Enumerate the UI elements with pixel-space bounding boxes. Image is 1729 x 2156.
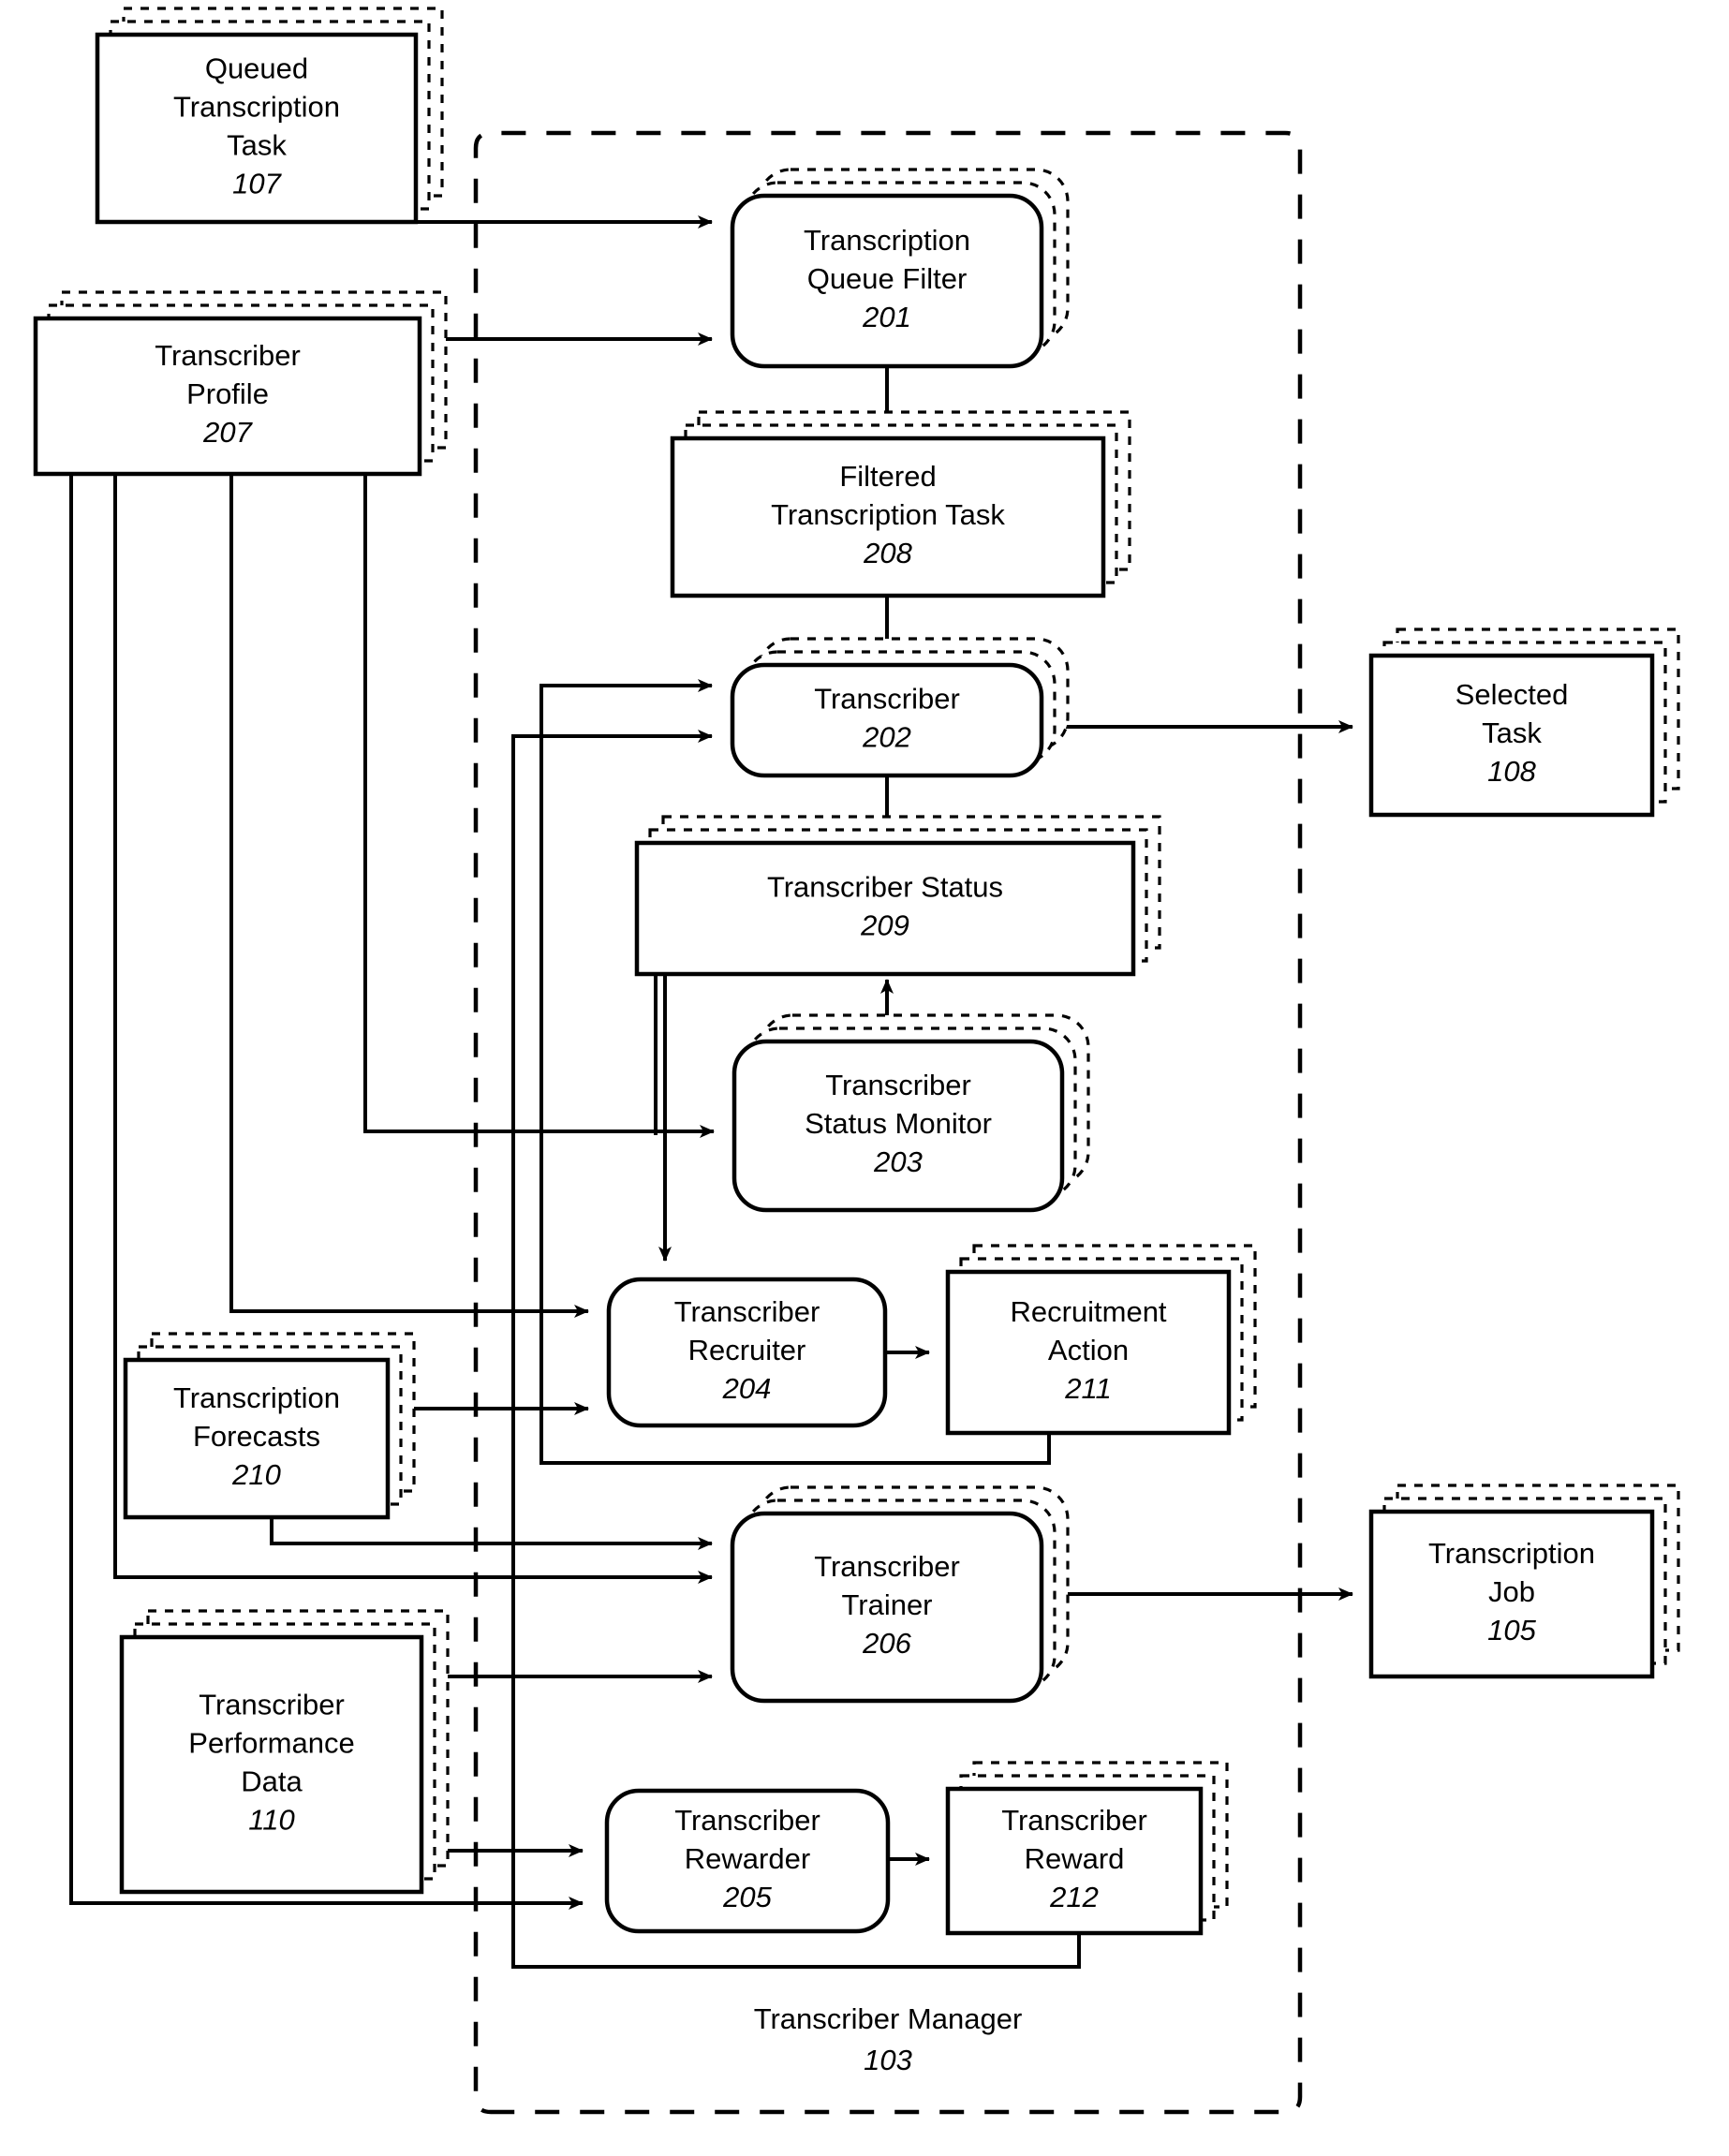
transcription-job-label: Job bbox=[1488, 1575, 1535, 1608]
transcriber-recruiter-label: Transcriber bbox=[674, 1295, 820, 1328]
figure-canvas: Queued Transcription Task 107 Transcriber Pro… bbox=[0, 0, 1729, 2156]
transcription-queue-filter-label: Queue Filter bbox=[807, 262, 968, 295]
transcription-forecasts-label: Transcription bbox=[173, 1381, 340, 1414]
transcription-job-label: Transcription bbox=[1428, 1537, 1595, 1570]
recruitment-action-ref: 211 bbox=[1064, 1372, 1111, 1405]
transcriber-rewarder-label: Transcriber bbox=[674, 1804, 820, 1837]
node-layer: Queued Transcription Task 107 Transcriber Pro… bbox=[33, 7, 1680, 1936]
queued-transcription-task-label: Transcription bbox=[173, 91, 340, 124]
transcriber-recruiter-ref: 204 bbox=[722, 1372, 772, 1405]
node-transcriber-reward: Transcriber Reward 212 bbox=[945, 1761, 1229, 1936]
transcriber-profile-ref: 207 bbox=[202, 416, 253, 449]
filtered-transcription-task-ref: 208 bbox=[863, 537, 912, 569]
transcriber-rewarder-ref: 205 bbox=[722, 1881, 772, 1913]
node-transcription-queue-filter: Transcription Queue Filter 201 bbox=[730, 168, 1070, 369]
node-transcriber-performance-data: Transcriber Performance Data 110 bbox=[119, 1609, 450, 1895]
container-ref: 103 bbox=[864, 2044, 912, 2076]
transcriber-status-label: Transcriber Status bbox=[767, 871, 1003, 904]
queued-transcription-task-ref: 107 bbox=[232, 168, 282, 200]
diagram-svg: Queued Transcription Task 107 Transcriber Pro… bbox=[33, 7, 1680, 2115]
filtered-transcription-task-label: Transcription Task bbox=[771, 498, 1005, 531]
edge-210-to-206 bbox=[270, 1517, 713, 1550]
node-selected-task: Selected Task 108 bbox=[1368, 628, 1680, 818]
transcriber-status-monitor-ref: 203 bbox=[873, 1145, 923, 1178]
node-filtered-transcription-task: Filtered Transcription Task 208 bbox=[670, 410, 1131, 598]
node-transcriber-recruiter: Transcriber Recruiter 204 bbox=[606, 1277, 888, 1428]
node-transcription-forecasts: Transcription Forecasts 210 bbox=[123, 1332, 416, 1520]
transcriber-rewarder-label: Rewarder bbox=[685, 1842, 810, 1875]
selected-task-label: Selected bbox=[1456, 678, 1569, 711]
recruitment-action-label: Recruitment bbox=[1010, 1295, 1166, 1328]
edge-207-to-204 bbox=[229, 474, 589, 1318]
transcriber-ref: 202 bbox=[862, 721, 911, 754]
transcription-job-ref: 105 bbox=[1487, 1614, 1536, 1647]
transcriber-performance-data-label: Performance bbox=[188, 1727, 354, 1760]
selected-task-ref: 108 bbox=[1487, 755, 1536, 788]
transcriber-trainer-ref: 206 bbox=[862, 1627, 911, 1660]
node-transcriber: Transcriber 202 bbox=[730, 637, 1070, 778]
transcriber-status-monitor-label: Status Monitor bbox=[805, 1107, 992, 1140]
node-recruitment-action: Recruitment Action 211 bbox=[945, 1244, 1257, 1436]
container-label: Transcriber Manager bbox=[754, 2002, 1023, 2035]
transcriber-trainer-label: Trainer bbox=[841, 1588, 932, 1621]
filtered-transcription-task-label: Filtered bbox=[839, 460, 936, 493]
queued-transcription-task-label: Queued bbox=[205, 52, 308, 85]
transcriber-reward-label: Reward bbox=[1025, 1842, 1125, 1875]
transcriber-profile-label: Transcriber bbox=[155, 339, 301, 372]
transcriber-label: Transcriber bbox=[814, 683, 960, 716]
transcriber-reward-ref: 212 bbox=[1049, 1881, 1099, 1913]
transcription-queue-filter-ref: 201 bbox=[862, 301, 911, 333]
recruitment-action-label: Action bbox=[1048, 1334, 1129, 1366]
transcriber-status-monitor-label: Transcriber bbox=[825, 1069, 971, 1101]
transcriber-profile-label: Profile bbox=[186, 377, 269, 410]
node-transcriber-rewarder: Transcriber Rewarder 205 bbox=[604, 1788, 891, 1934]
transcriber-performance-data-label: Data bbox=[241, 1765, 303, 1798]
transcriber-performance-data-ref: 110 bbox=[248, 1804, 294, 1837]
selected-task-label: Task bbox=[1482, 716, 1542, 749]
node-transcriber-trainer: Transcriber Trainer 206 bbox=[730, 1485, 1070, 1704]
node-transcriber-profile: Transcriber Profile 207 bbox=[33, 290, 448, 477]
transcriber-performance-data-label: Transcriber bbox=[199, 1689, 345, 1721]
transcription-forecasts-ref: 210 bbox=[231, 1458, 281, 1491]
transcription-forecasts-label: Forecasts bbox=[193, 1420, 320, 1453]
container-caption: Transcriber Manager 103 bbox=[754, 2002, 1023, 2076]
transcriber-trainer-label: Transcriber bbox=[814, 1550, 960, 1583]
transcription-queue-filter-label: Transcription bbox=[804, 224, 970, 257]
node-transcription-job: Transcription Job 105 bbox=[1368, 1484, 1680, 1679]
transcriber-reward-label: Transcriber bbox=[1001, 1804, 1147, 1837]
node-transcriber-status-monitor: Transcriber Status Monitor 203 bbox=[732, 1013, 1090, 1213]
node-transcriber-status: Transcriber Status 209 bbox=[634, 815, 1161, 977]
queued-transcription-task-label: Task bbox=[227, 129, 287, 162]
node-queued-transcription-task: Queued Transcription Task 107 bbox=[95, 7, 444, 225]
transcriber-recruiter-label: Recruiter bbox=[688, 1334, 806, 1366]
transcriber-status-ref: 209 bbox=[860, 909, 909, 942]
